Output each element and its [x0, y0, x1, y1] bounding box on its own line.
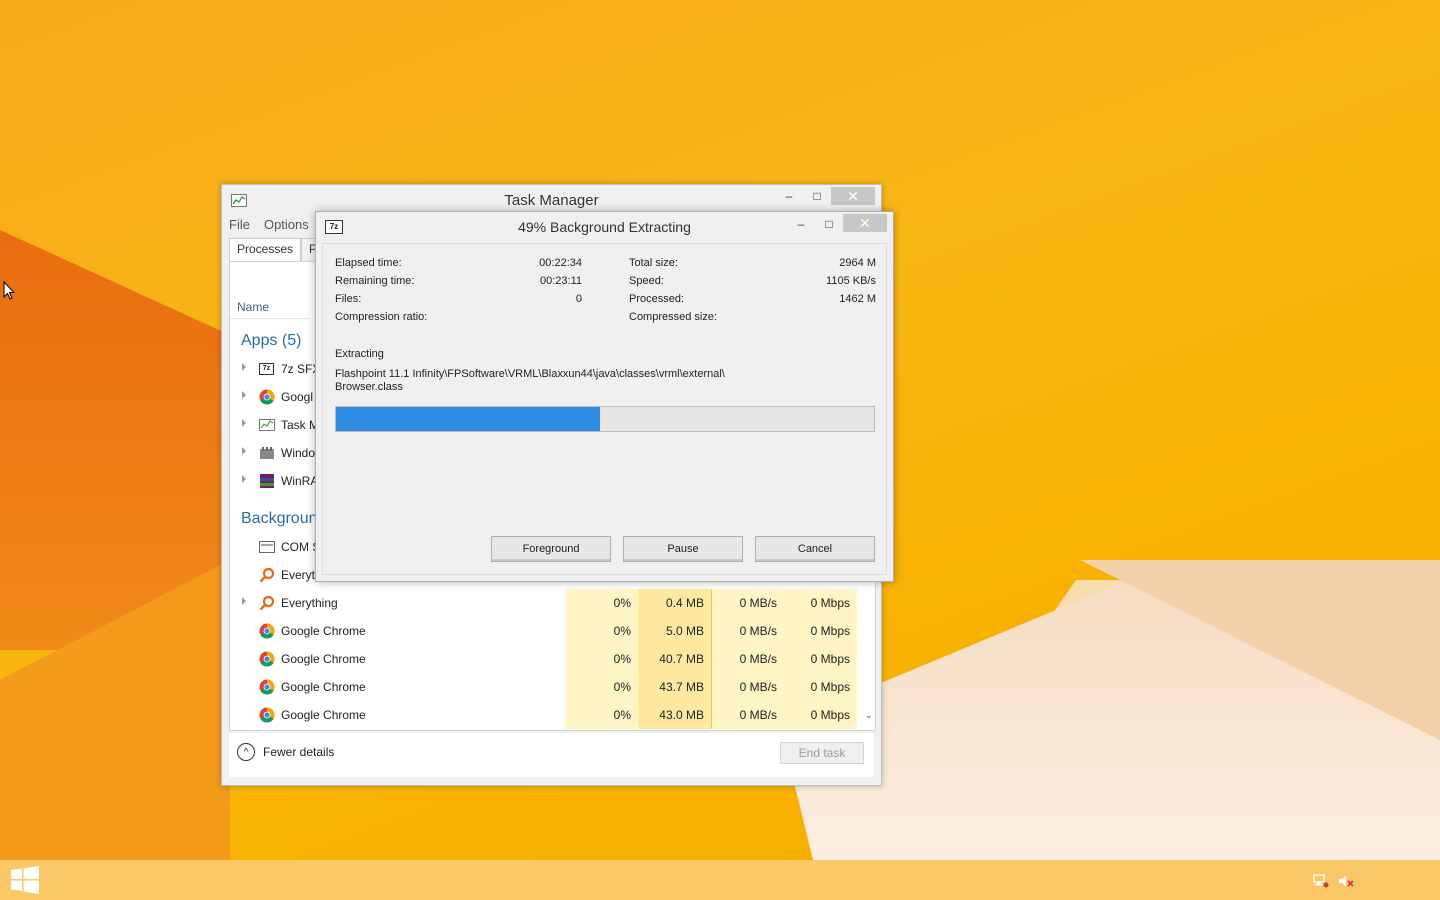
- current-file-name: Browser.class: [335, 381, 403, 393]
- progress-fill: [336, 407, 600, 431]
- group-background: Backgroun: [241, 510, 318, 527]
- memory-cell: 5.0 MB: [638, 617, 711, 645]
- table-row[interactable]: Google Chrome 0% 43.0 MB 0 MB/s 0 Mbps: [230, 701, 859, 729]
- table-row[interactable]: Google Chrome 0% 40.7 MB 0 MB/s 0 Mbps: [230, 645, 859, 673]
- maximize-button[interactable]: □: [803, 187, 831, 205]
- remaining-time-label: Remaining time:: [335, 275, 415, 287]
- menu-bar: File Options: [229, 217, 309, 237]
- memory-cell: 43.7 MB: [638, 673, 711, 701]
- com-surrogate-icon: [259, 541, 275, 553]
- table-row[interactable]: Google Chrome 0% 43.7 MB 0 MB/s 0 Mbps: [230, 673, 859, 701]
- windows-explorer-icon: [260, 447, 274, 459]
- process-name: Google Chrome: [281, 708, 366, 722]
- files-value: 0: [575, 293, 582, 305]
- process-name: Google Chrome: [281, 680, 366, 694]
- mouse-cursor-icon: [3, 281, 15, 300]
- minimize-button[interactable]: –: [775, 187, 803, 205]
- close-button[interactable]: ✕: [831, 187, 875, 205]
- chrome-icon: [259, 707, 275, 723]
- network-icon[interactable]: [1313, 874, 1329, 888]
- files-label: Files:: [335, 293, 362, 305]
- total-size-label: Total size:: [629, 257, 678, 269]
- table-row[interactable]: Google Chrome 0% 5.0 MB 0 MB/s 0 Mbps: [230, 617, 859, 645]
- everything-search-icon: [259, 567, 275, 583]
- task-manager-icon: [259, 419, 275, 431]
- minimize-button[interactable]: –: [787, 215, 815, 233]
- network-cell: 0 Mbps: [784, 645, 857, 673]
- chrome-icon: [259, 651, 275, 667]
- network-cell: 0 Mbps: [784, 673, 857, 701]
- table-row[interactable]: Everything 0% 0.4 MB 0 MB/s 0 Mbps: [230, 589, 859, 617]
- chrome-icon: [259, 679, 275, 695]
- process-name: Everything: [281, 596, 338, 610]
- total-size-value: 2964 M: [839, 257, 876, 269]
- pause-button[interactable]: Pause: [623, 536, 743, 562]
- foreground-button[interactable]: Foreground: [491, 536, 611, 562]
- memory-cell: 0.4 MB: [638, 589, 711, 617]
- column-name-header[interactable]: Name: [237, 300, 269, 314]
- speed-label: Speed:: [629, 275, 664, 287]
- elapsed-time-value: 00:22:34: [539, 257, 582, 269]
- end-task-button[interactable]: End task: [780, 742, 864, 764]
- cpu-cell: 0%: [565, 701, 638, 729]
- memory-cell: 43.0 MB: [638, 701, 711, 729]
- speed-value: 1105 KB/s: [826, 275, 876, 287]
- tab-processes[interactable]: Processes: [229, 238, 302, 262]
- taskbar: [0, 860, 1440, 900]
- extraction-dialog: 7z 49% Background Extracting – □ ✕ Elaps…: [315, 211, 894, 582]
- extraction-details: Elapsed time: 00:22:34 Remaining time: 0…: [322, 243, 887, 575]
- compression-ratio-label: Compression ratio:: [335, 311, 428, 323]
- process-name: Google Chrome: [281, 624, 366, 638]
- extracting-label: Extracting: [335, 348, 384, 360]
- disk-cell: 0 MB/s: [712, 617, 784, 645]
- task-manager-footer: ^ Fewer details End task: [229, 733, 874, 777]
- windows-start-icon[interactable]: [11, 866, 39, 894]
- network-cell: 0 Mbps: [784, 617, 857, 645]
- menu-options[interactable]: Options: [264, 217, 309, 237]
- close-button[interactable]: ✕: [843, 214, 887, 232]
- scroll-down-arrow-icon[interactable]: ⌄: [865, 710, 873, 721]
- current-file-path: Flashpoint 11.1 Infinity\FPSoftware\VRML…: [335, 368, 725, 380]
- cpu-cell: 0%: [565, 645, 638, 673]
- progress-bar: [335, 406, 875, 432]
- process-name: Google Chrome: [281, 652, 366, 666]
- chrome-icon: [259, 389, 275, 405]
- 7zip-icon: 7z: [259, 363, 274, 375]
- everything-search-icon: [259, 595, 275, 611]
- disk-cell: 0 MB/s: [712, 701, 784, 729]
- chrome-icon: [259, 623, 275, 639]
- group-apps: Apps (5): [241, 332, 302, 349]
- processed-label: Processed:: [629, 293, 685, 305]
- processed-value: 1462 M: [839, 293, 876, 305]
- network-cell: 0 Mbps: [784, 589, 857, 617]
- compressed-size-label: Compressed size:: [629, 311, 718, 323]
- disk-cell: 0 MB/s: [712, 673, 784, 701]
- fewer-details-button[interactable]: ^ Fewer details: [237, 743, 334, 761]
- cancel-button[interactable]: Cancel: [755, 536, 875, 562]
- volume-muted-icon[interactable]: [1338, 874, 1354, 888]
- cpu-cell: 0%: [565, 673, 638, 701]
- elapsed-time-label: Elapsed time:: [335, 257, 402, 269]
- memory-cell: 40.7 MB: [638, 645, 711, 673]
- remaining-time-value: 00:23:11: [539, 275, 582, 287]
- disk-cell: 0 MB/s: [712, 589, 784, 617]
- winrar-icon: [260, 474, 274, 488]
- chevron-up-icon: ^: [237, 743, 255, 761]
- menu-file[interactable]: File: [229, 217, 250, 237]
- cpu-cell: 0%: [565, 589, 638, 617]
- network-cell: 0 Mbps: [784, 701, 857, 729]
- maximize-button[interactable]: □: [815, 215, 843, 233]
- cpu-cell: 0%: [565, 617, 638, 645]
- disk-cell: 0 MB/s: [712, 645, 784, 673]
